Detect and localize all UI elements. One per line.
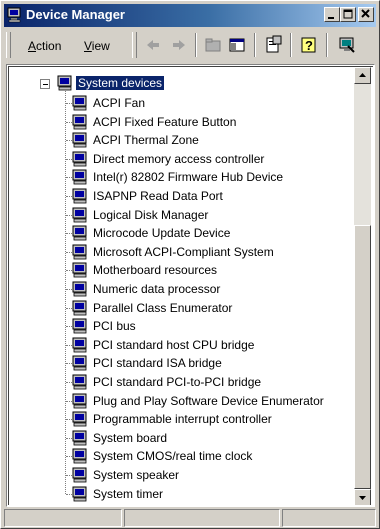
close-icon (361, 9, 370, 18)
tree-item-label: ACPI Fixed Feature Button (93, 114, 237, 129)
status-bar (4, 509, 376, 527)
tree-item-label: Numeric data processor (93, 282, 221, 296)
scroll-down-button[interactable] (354, 489, 371, 505)
tree-item-label: ACPI Fan (93, 96, 146, 110)
tree-item-label: PCI standard PCI-to-PCI bridge (93, 375, 262, 389)
device-icon (72, 151, 87, 167)
menu-view-label: iew (91, 39, 110, 53)
window-title: Device Manager (26, 7, 125, 22)
device-icon (72, 281, 87, 297)
menu-action[interactable]: Action (28, 39, 61, 53)
tree-item-label: ACPI Thermal Zone (93, 133, 199, 148)
back-arrow-icon[interactable] (142, 34, 164, 56)
computer-properties-icon[interactable] (336, 34, 358, 56)
device-icon (72, 430, 87, 446)
device-icon (72, 262, 87, 278)
tree-root-label: System devices (76, 76, 165, 90)
status-panel (124, 509, 280, 527)
toolbar-separator (326, 33, 328, 57)
tree-item-label: Programmable interrupt controller (93, 412, 272, 427)
device-icon (72, 355, 87, 371)
tree-item-label: Microcode Update Device (93, 226, 231, 241)
toolbar: Action View ? (4, 29, 376, 63)
tree-item-label: Parallel Class Enumerator (93, 300, 233, 315)
close-button[interactable] (358, 7, 374, 22)
device-icon (72, 188, 87, 204)
device-icon (72, 169, 87, 185)
device-icon (72, 225, 87, 241)
title-bar[interactable]: Device Manager (4, 4, 376, 27)
device-icon (72, 132, 87, 148)
forward-arrow-icon[interactable] (168, 34, 190, 56)
maximize-icon (343, 9, 353, 19)
device-tree[interactable]: System devices ACPI Fan ACPI Fixed Featur… (9, 67, 353, 505)
properties-icon[interactable] (262, 34, 284, 56)
menu-action-label: ction (36, 39, 62, 53)
device-icon (72, 411, 87, 427)
scroll-up-button[interactable] (354, 67, 371, 84)
tree-item-label: Plug and Play Software Device Enumerator (93, 393, 324, 408)
tree-item-label: PCI bus (93, 319, 136, 334)
tree-item-label: Logical Disk Manager (93, 207, 209, 222)
tree-item-label: PCI standard host CPU bridge (93, 337, 255, 352)
toolbar-separator (290, 33, 292, 57)
toolbar-grip[interactable] (132, 32, 137, 58)
vertical-scrollbar[interactable] (354, 67, 371, 505)
tree-item-label: Direct memory access controller (93, 151, 265, 166)
tree-item-label: System board (93, 430, 168, 445)
tree-item-label: System CMOS/real time clock (93, 449, 253, 464)
device-icon (72, 318, 87, 334)
tree-item-label: System timer (93, 486, 164, 501)
tree-item-label: Microsoft ACPI-Compliant System (93, 244, 274, 259)
toolbar-separator (195, 33, 197, 57)
minimize-icon (328, 17, 334, 19)
device-icon (72, 114, 87, 129)
maximize-button[interactable] (340, 7, 356, 22)
help-icon[interactable]: ? (298, 34, 320, 56)
tree-item-label: PCI standard ISA bridge (93, 356, 222, 371)
menu-grip[interactable] (6, 32, 11, 58)
device-icon (72, 207, 87, 222)
tree-item-label: Intel(r) 82802 Firmware Hub Device (93, 170, 284, 185)
status-panel (4, 509, 122, 527)
status-panel (282, 509, 376, 527)
svg-text:?: ? (305, 38, 313, 53)
tree-item-label: ISAPNP Read Data Port (93, 189, 223, 203)
show-hide-tree-icon[interactable] (226, 34, 248, 56)
device-icon (72, 374, 87, 390)
device-icon (72, 244, 87, 260)
scroll-down-arrow-icon (359, 496, 366, 500)
device-icon (72, 448, 87, 464)
device-icon (72, 393, 87, 408)
collapse-toggle-icon[interactable] (40, 79, 50, 89)
scroll-up-arrow-icon (359, 73, 366, 77)
tree-item-label: Motherboard resources (93, 263, 218, 278)
device-tree-pane: System devices ACPI Fan ACPI Fixed Featur… (6, 64, 375, 507)
toolbar-separator (254, 33, 256, 57)
device-icon (72, 486, 87, 501)
computer-icon (7, 7, 21, 23)
scroll-thumb[interactable] (354, 225, 371, 489)
up-folder-icon[interactable] (202, 34, 224, 56)
device-icon (72, 300, 87, 315)
menu-view[interactable]: View (84, 39, 110, 53)
system-devices-icon (57, 75, 72, 91)
device-manager-window: Device Manager Action View ? System devi… (0, 0, 380, 529)
device-icon (72, 95, 87, 111)
minimize-button[interactable] (324, 7, 340, 22)
tree-connector-line (65, 91, 66, 494)
device-icon (72, 337, 87, 353)
tree-item-label: System speaker (93, 468, 180, 482)
device-icon (72, 467, 87, 483)
